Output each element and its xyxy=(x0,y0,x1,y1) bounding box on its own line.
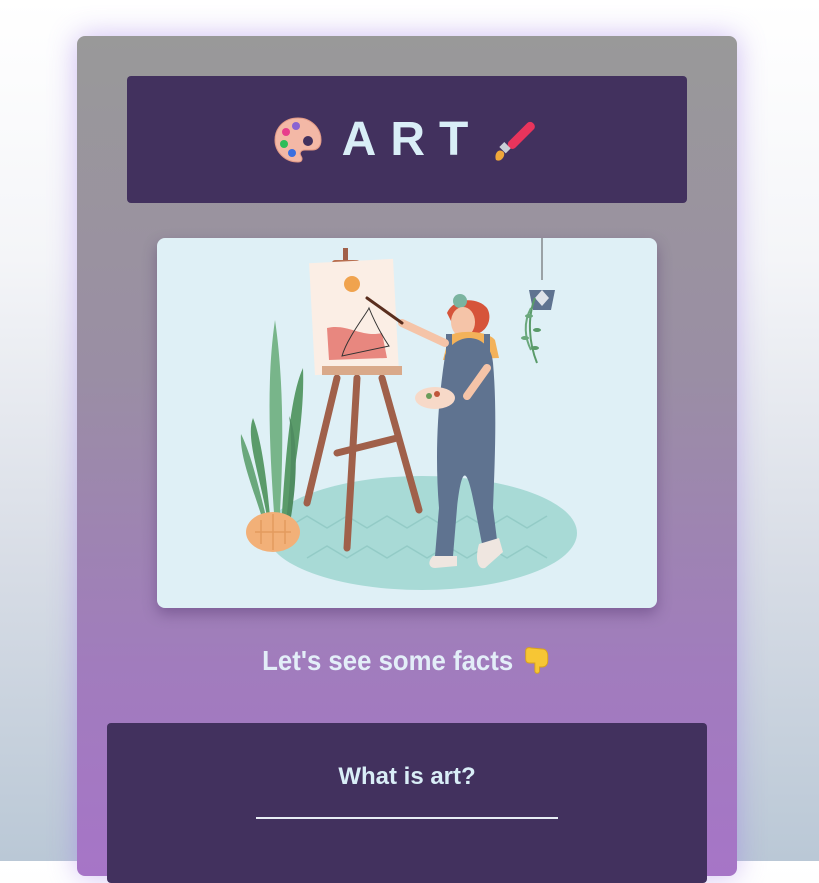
artist-palette-icon xyxy=(272,114,324,166)
artist-illustration xyxy=(157,238,657,608)
paintbrush-icon xyxy=(490,114,542,166)
facts-intro-text: Let's see some facts xyxy=(262,644,514,676)
divider xyxy=(256,817,558,819)
page-title: ART xyxy=(341,113,483,166)
facts-intro: Let's see some facts xyxy=(103,643,710,682)
pointing-down-hand-icon xyxy=(522,643,551,682)
section-title: What is art? xyxy=(338,763,476,790)
art-card: ART Let's see some facts What is art? xyxy=(77,36,737,883)
header-banner: ART xyxy=(127,76,687,203)
fact-section: What is art? xyxy=(107,723,707,883)
